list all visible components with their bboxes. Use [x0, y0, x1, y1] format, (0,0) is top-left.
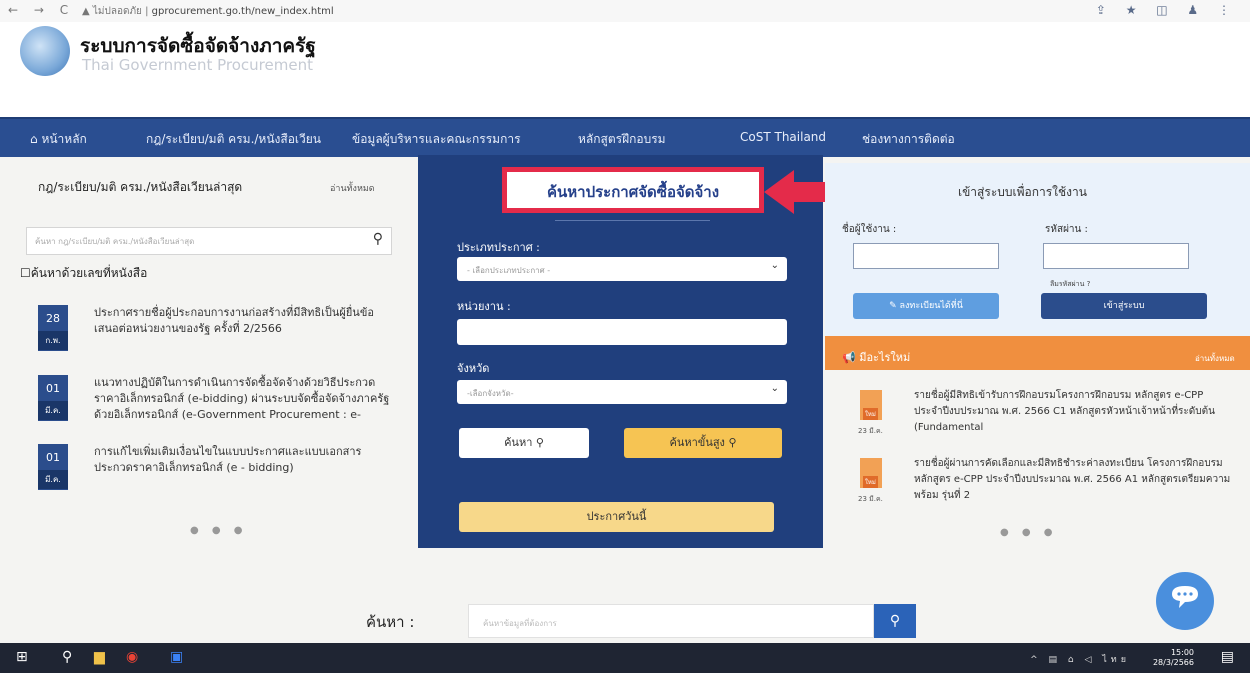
laws-search-input[interactable]: ค้นหา กฎ/ระเบียบ/มติ ครม./หนังสือเวียนล่… — [26, 227, 392, 255]
system-clock[interactable]: 15:00 28/3/2566 — [1153, 648, 1194, 668]
search-button[interactable]: ค้นหา ⚲ — [459, 428, 589, 458]
browser-toolbar: ← → C ▲ ไม่ปลอดภัย | gprocurement.go.th/… — [0, 0, 1250, 22]
laws-section-title: กฎ/ระเบียบ/มติ ครม./หนังสือเวียนล่าสุด — [38, 180, 243, 194]
home-icon: ⌂ — [30, 132, 42, 146]
news-text: แนวทางปฏิบัติในการดำเนินการจัดซื้อจัดจ้า… — [94, 376, 390, 421]
password-label: รหัสผ่าน : — [1045, 224, 1088, 235]
procurement-search-panel — [418, 155, 823, 548]
province-label: จังหวัด — [457, 362, 490, 375]
agency-label: หน่วยงาน : — [457, 300, 511, 313]
government-logo[interactable] — [20, 26, 70, 76]
whats-new-text: รายชื่อผู้ผ่านการคัดเลือกและมีสิทธิชำระค… — [914, 458, 1231, 501]
login-title: เข้าสู่ระบบเพื่อการใช้งาน — [958, 185, 1087, 199]
nav-laws[interactable]: กฎ/ระเบียบ/มติ ครม./หนังสือเวียน — [146, 130, 321, 149]
announce-type-select[interactable]: - เลือกประเภทประกาศ - ⌄ — [457, 257, 787, 281]
file-explorer-icon[interactable]: ▆ — [94, 649, 105, 665]
nav-cost-thailand[interactable]: CoST Thailand — [740, 130, 826, 144]
today-announcements-button[interactable]: ประกาศวันนี้ — [459, 502, 774, 532]
whats-new-title: 📢 มีอะไรใหม่ — [842, 351, 911, 364]
password-input[interactable] — [1043, 243, 1189, 269]
chevron-down-icon: ⌄ — [770, 260, 779, 271]
whats-new-text: รายชื่อผู้มีสิทธิเข้ารับการฝึกอบรมโครงกา… — [914, 390, 1215, 433]
word-icon[interactable]: ▣ — [170, 649, 183, 665]
bottom-search-label: ค้นหา : — [366, 613, 415, 631]
whats-new-read-all-link[interactable]: อ่านทั้งหมด — [1195, 352, 1235, 365]
title-underline — [555, 220, 710, 221]
laws-read-all-link[interactable]: อ่านทั้งหมด — [330, 181, 375, 195]
bottom-search-input[interactable]: ค้นหาข้อมูลที่ต้องการ — [468, 604, 874, 638]
search-icon: ⚲ — [535, 436, 544, 449]
browser-nav-buttons[interactable]: ← → C — [8, 3, 74, 17]
news-text: การแก้ไขเพิ่มเติมเงื่อนไขในแบบประกาศและแ… — [94, 445, 362, 474]
whats-new-date: 23 มี.ค. — [858, 495, 883, 503]
nav-training[interactable]: หลักสูตรฝึกอบรม — [578, 130, 666, 149]
news-item[interactable]: 01 มี.ค. การแก้ไขเพิ่มเติมเงื่อนไขในแบบป… — [38, 444, 393, 496]
search-by-number-checkbox[interactable]: ☐ค้นหาด้วยเลขที่หนังสือ — [20, 264, 147, 283]
windows-taskbar: ⊞ ⚲ ▆ ◉ ▣ ^ ▤ ⌂ ◁ ไทย 15:00 28/3/2566 ▤ — [0, 643, 1250, 673]
system-tray[interactable]: ^ ▤ ⌂ ◁ ไทย — [1030, 652, 1130, 666]
laws-search-placeholder: ค้นหา กฎ/ระเบียบ/มติ ครม./หนังสือเวียนล่… — [35, 237, 195, 246]
nav-home[interactable]: ⌂ หน้าหลัก — [30, 130, 87, 149]
main-navigation: ⌂ หน้าหลัก กฎ/ระเบียบ/มติ ครม./หนังสือเว… — [0, 117, 1250, 157]
news-date: 01 มี.ค. — [38, 444, 68, 490]
search-icon: ⚲ — [889, 613, 901, 629]
calendar-icon: ใหม่ — [860, 390, 882, 420]
bottom-search-button[interactable]: ⚲ — [874, 604, 916, 638]
calendar-icon: ใหม่ — [860, 458, 882, 488]
notification-icon[interactable]: ▤ — [1221, 649, 1234, 665]
right-carousel-dots[interactable]: ● ● ● — [1000, 527, 1058, 538]
login-button[interactable]: เข้าสู่ระบบ — [1041, 293, 1207, 319]
whats-new-date: 23 มี.ค. — [858, 427, 883, 435]
forgot-password-link[interactable]: ลืมรหัสผ่าน ? — [1050, 279, 1090, 290]
chat-icon — [1172, 586, 1198, 608]
whats-new-item[interactable]: ใหม่ 23 มี.ค. รายชื่อผู้ผ่านการคัดเลือกแ… — [852, 456, 1232, 512]
province-select[interactable]: -เลือกจังหวัด- ⌄ — [457, 380, 787, 404]
site-subtitle: Thai Government Procurement — [82, 56, 313, 74]
search-icon[interactable]: ⚲ — [373, 231, 383, 247]
username-input[interactable] — [853, 243, 999, 269]
register-button[interactable]: ✎ ลงทะเบียนได้ที่นี่ — [853, 293, 999, 319]
nav-executives[interactable]: ข้อมูลผู้บริหารและคณะกรรมการ — [352, 130, 521, 149]
browser-tool-icons[interactable]: ⇪ ★ ◫ ♟ ⋮ — [1096, 3, 1238, 17]
news-date: 28 ก.พ. — [38, 305, 68, 351]
address-bar[interactable]: ▲ ไม่ปลอดภัย | gprocurement.go.th/new_in… — [82, 4, 334, 19]
agency-input[interactable] — [457, 319, 787, 345]
checkbox-icon: ☐ — [20, 266, 31, 280]
whats-new-item[interactable]: ใหม่ 23 มี.ค. รายชื่อผู้มีสิทธิเข้ารับกา… — [852, 388, 1232, 444]
news-item[interactable]: 01 มี.ค. แนวทางปฏิบัติในการดำเนินการจัดซ… — [38, 375, 393, 427]
chevron-down-icon: ⌄ — [770, 383, 779, 394]
news-date: 01 มี.ค. — [38, 375, 68, 421]
username-label: ชื่อผู้ใช้งาน : — [842, 224, 897, 235]
advanced-search-button[interactable]: ค้นหาขั้นสูง ⚲ — [624, 428, 782, 458]
zoom-icon: ⚲ — [728, 436, 737, 449]
news-text: ประกาศรายชื่อผู้ประกอบการงานก่อสร้างที่ม… — [94, 306, 374, 335]
megaphone-icon: 📢 — [842, 351, 860, 364]
windows-start-icon[interactable]: ⊞ — [16, 649, 28, 665]
procurement-search-title: ค้นหาประกาศจัดซื้อจัดจ้าง — [546, 183, 720, 201]
news-item[interactable]: 28 ก.พ. ประกาศรายชื่อผู้ประกอบการงานก่อส… — [38, 305, 393, 357]
edit-icon: ✎ — [889, 301, 900, 311]
search-icon[interactable]: ⚲ — [62, 649, 72, 665]
chrome-icon[interactable]: ◉ — [126, 649, 138, 665]
announce-type-label: ประเภทประกาศ : — [457, 241, 540, 254]
left-carousel-dots[interactable]: ● ● ● — [190, 525, 248, 536]
nav-contact[interactable]: ช่องทางการติดต่อ — [862, 130, 955, 149]
address-url: gprocurement.go.th/new_index.html — [151, 6, 334, 17]
insecure-icon: ▲ ไม่ปลอดภัย | — [82, 6, 149, 17]
chatbot-button[interactable] — [1156, 572, 1214, 630]
